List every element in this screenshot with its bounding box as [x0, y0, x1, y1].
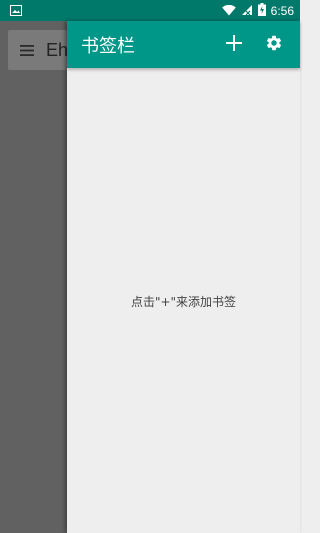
wifi-icon — [221, 1, 236, 20]
battery-charging-icon — [257, 1, 266, 20]
cellular-signal-icon — [241, 1, 253, 20]
background-app-title: Eh — [46, 39, 69, 60]
bookmark-drawer: 书签栏 点击"+"来添加书签 — [67, 21, 300, 533]
empty-bookmarks-hint: 点击"+"来添加书签 — [130, 295, 237, 309]
settings-button[interactable] — [258, 29, 290, 61]
add-bookmark-button[interactable] — [218, 29, 250, 61]
image-notification-icon — [10, 1, 22, 20]
hamburger-menu-icon[interactable] — [20, 41, 34, 60]
drawer-header: 书签栏 — [67, 21, 300, 68]
status-bar: 6:56 — [0, 0, 300, 21]
gear-icon — [265, 34, 283, 56]
plus-icon — [226, 34, 242, 55]
drawer-title: 书签栏 — [81, 35, 135, 57]
status-time: 6:56 — [270, 3, 294, 18]
